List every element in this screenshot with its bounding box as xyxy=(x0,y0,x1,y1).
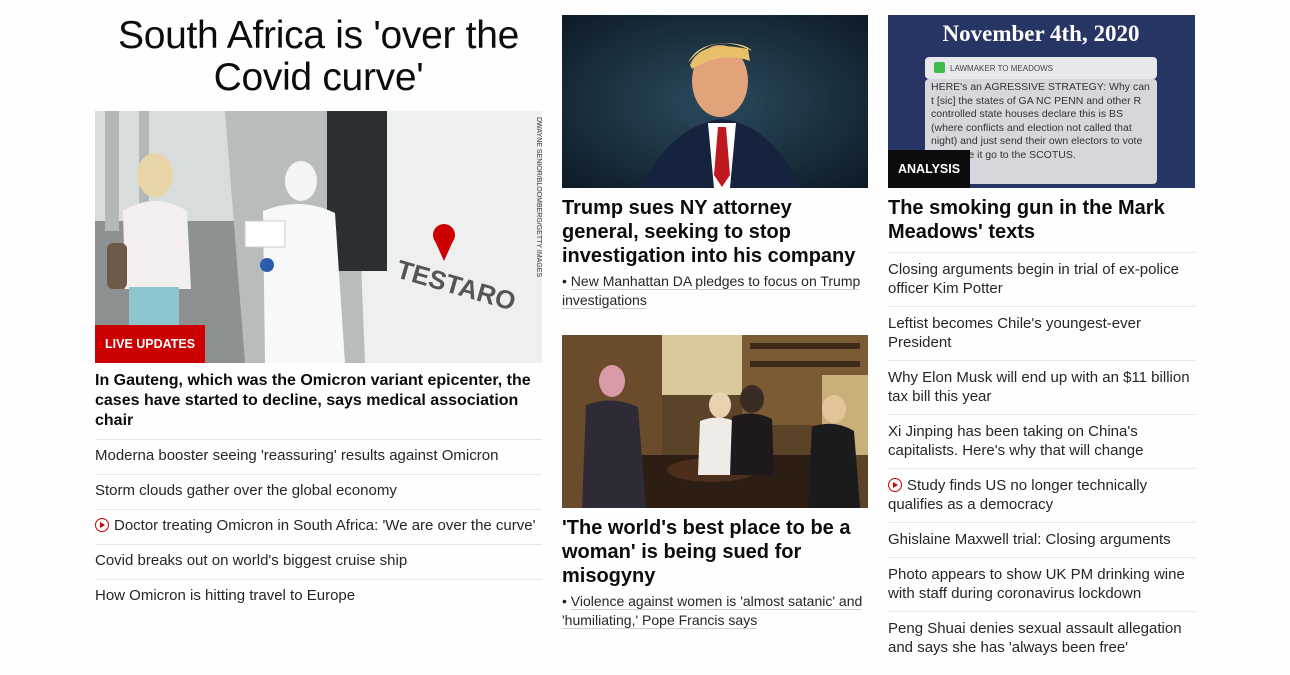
list-item[interactable]: Doctor treating Omicron in South Africa:… xyxy=(95,509,542,544)
video-play-icon xyxy=(95,518,109,532)
trump-story-image[interactable] xyxy=(562,15,868,188)
trump-story-headline[interactable]: Trump sues NY attorney general, seeking … xyxy=(562,196,868,268)
list-item-text: Peng Shuai denies sexual assault allegat… xyxy=(888,620,1182,656)
list-item-text: Moderna booster seeing 'reassuring' resu… xyxy=(95,447,499,464)
list-item-text: Closing arguments begin in trial of ex-p… xyxy=(888,261,1179,297)
list-item[interactable]: Peng Shuai denies sexual assault allegat… xyxy=(888,611,1195,665)
list-item[interactable]: Why Elon Musk will end up with an $11 bi… xyxy=(888,360,1195,414)
graphic-date: November 4th, 2020 xyxy=(943,21,1140,46)
meadows-story-image[interactable]: November 4th, 2020 LAWMAKER TO MEADOWS H… xyxy=(888,15,1195,188)
photo-credit: DWAYNE SENIOR/BLOOMBERG/GETTY IMAGES xyxy=(535,117,542,277)
women-group-photo xyxy=(562,335,868,508)
list-item[interactable]: Ghislaine Maxwell trial: Closing argumen… xyxy=(888,522,1195,557)
list-item-text: Storm clouds gather over the global econ… xyxy=(95,482,397,499)
list-item[interactable]: Photo appears to show UK PM drinking win… xyxy=(888,557,1195,611)
list-item[interactable]: Closing arguments begin in trial of ex-p… xyxy=(888,252,1195,306)
list-item[interactable]: Leftist becomes Chile's youngest-ever Pr… xyxy=(888,306,1195,360)
middle-stories-column: Trump sues NY attorney general, seeking … xyxy=(562,15,868,630)
list-item[interactable]: Storm clouds gather over the global econ… xyxy=(95,474,542,509)
list-item[interactable]: Covid breaks out on world's biggest crui… xyxy=(95,544,542,579)
list-item-text: Ghislaine Maxwell trial: Closing argumen… xyxy=(888,531,1171,548)
list-item-text: Study finds US no longer technically qua… xyxy=(888,477,1148,513)
right-stories-column: November 4th, 2020 LAWMAKER TO MEADOWS H… xyxy=(888,15,1195,665)
subhead-text: Violence against women is 'almost satani… xyxy=(562,593,863,629)
list-item-text: How Omicron is hitting travel to Europe xyxy=(95,587,356,604)
lead-story-headline[interactable]: In Gauteng, which was the Omicron varian… xyxy=(95,371,542,431)
subhead-text: New Manhattan DA pledges to focus on Tru… xyxy=(562,273,861,309)
list-item-text: Covid breaks out on world's biggest crui… xyxy=(95,552,408,569)
list-item-text: Why Elon Musk will end up with an $11 bi… xyxy=(888,369,1190,405)
lead-story-title[interactable]: South Africa is 'over the Covid curve' xyxy=(95,15,542,99)
list-item[interactable]: Study finds US no longer technically qua… xyxy=(888,468,1195,522)
trump-story-subhead[interactable]: • New Manhattan DA pledges to focus on T… xyxy=(562,272,868,310)
list-item-text: Doctor treating Omicron in South Africa:… xyxy=(114,517,536,534)
list-item[interactable]: How Omicron is hitting travel to Europe xyxy=(95,579,542,614)
list-item-text: Leftist becomes Chile's youngest-ever Pr… xyxy=(888,315,1141,351)
lead-story-related-list: Moderna booster seeing 'reassuring' resu… xyxy=(95,439,542,614)
trump-photo xyxy=(562,15,868,188)
lead-story-column: South Africa is 'over the Covid curve' T… xyxy=(95,15,542,614)
list-item-text: Photo appears to show UK PM drinking win… xyxy=(888,566,1185,602)
list-item[interactable]: Xi Jinping has been taking on China's ca… xyxy=(888,414,1195,468)
meadows-story-headline[interactable]: The smoking gun in the Mark Meadows' tex… xyxy=(888,196,1195,244)
right-related-list: Closing arguments begin in trial of ex-p… xyxy=(888,252,1195,665)
list-item[interactable]: Moderna booster seeing 'reassuring' resu… xyxy=(95,439,542,474)
lead-story-image[interactable]: TESTARO DWAYNE SENIOR/BLOOMBERG/GETTY IM… xyxy=(95,111,542,363)
women-story-headline[interactable]: 'The world's best place to be a woman' i… xyxy=(562,516,868,588)
women-story-image[interactable] xyxy=(562,335,868,508)
video-play-icon xyxy=(888,478,902,492)
list-item-text: Xi Jinping has been taking on China's ca… xyxy=(888,423,1144,459)
graphic-sender: LAWMAKER TO MEADOWS xyxy=(950,64,1053,73)
analysis-badge: ANALYSIS xyxy=(888,150,971,188)
women-story-subhead[interactable]: • Violence against women is 'almost sata… xyxy=(562,592,868,630)
live-updates-badge: LIVE UPDATES xyxy=(95,325,206,363)
